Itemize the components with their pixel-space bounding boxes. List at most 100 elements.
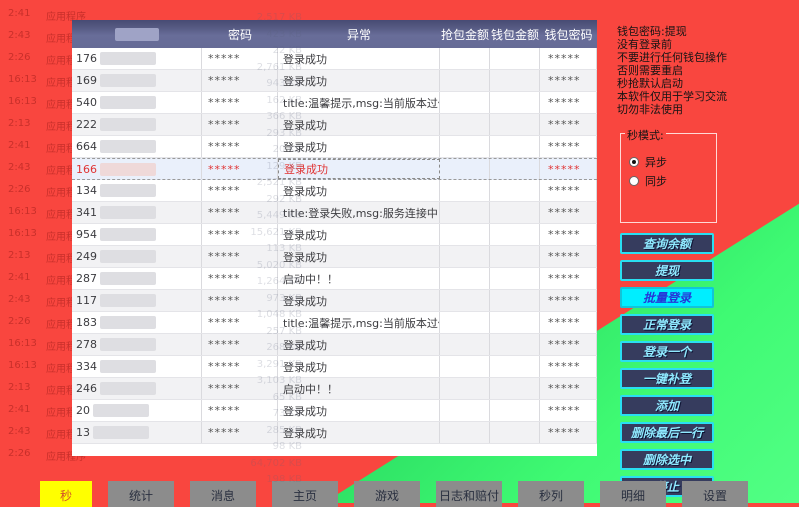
password-cell[interactable]: ***** bbox=[202, 400, 278, 421]
exception-cell[interactable]: 登录成功 bbox=[278, 159, 440, 179]
radio-async[interactable]: 异步 bbox=[629, 154, 667, 170]
password-cell[interactable]: ***** bbox=[202, 290, 278, 311]
password-cell[interactable]: ***** bbox=[202, 378, 278, 399]
grab-amount-cell[interactable] bbox=[440, 290, 490, 311]
grab-amount-cell[interactable] bbox=[440, 114, 490, 135]
wallet-amount-cell[interactable] bbox=[490, 356, 540, 377]
grab-amount-cell[interactable] bbox=[440, 48, 490, 69]
exception-cell[interactable]: 登录成功 bbox=[278, 356, 440, 377]
table-row[interactable]: 341 ***** title:登录失败,msg:服务连接中，请稍后再试。...… bbox=[72, 202, 597, 224]
account-cell[interactable]: 334 bbox=[72, 356, 202, 377]
wallet-amount-cell[interactable] bbox=[490, 92, 540, 113]
table-row[interactable]: 222 ***** 登录成功 ***** bbox=[72, 114, 597, 136]
query-balance-button[interactable]: 查询余额 bbox=[620, 233, 714, 254]
wallet-amount-cell[interactable] bbox=[490, 180, 540, 201]
tab-logs-compensation[interactable]: 日志和赔付 bbox=[436, 481, 502, 507]
account-cell[interactable]: 183 bbox=[72, 312, 202, 333]
wallet-amount-cell[interactable] bbox=[490, 334, 540, 355]
account-cell[interactable]: 166 bbox=[72, 159, 202, 179]
grab-amount-cell[interactable] bbox=[440, 334, 490, 355]
password-cell[interactable]: ***** bbox=[202, 202, 278, 223]
grab-amount-cell[interactable] bbox=[440, 224, 490, 245]
account-cell[interactable]: 954 bbox=[72, 224, 202, 245]
account-cell[interactable]: 134 bbox=[72, 180, 202, 201]
wallet-password-cell[interactable]: ***** bbox=[540, 92, 597, 113]
header-wallet-password[interactable]: 钱包密码 bbox=[540, 20, 597, 48]
delete-selected-button[interactable]: 删除选中 bbox=[620, 449, 714, 470]
header-grab-amount[interactable]: 抢包金额 bbox=[440, 20, 490, 48]
one-key-relogin-button[interactable]: 一键补登 bbox=[620, 368, 714, 389]
tab-messages[interactable]: 消息 bbox=[190, 481, 256, 507]
password-cell[interactable]: ***** bbox=[202, 246, 278, 267]
table-row[interactable]: 183 ***** title:温馨提示,msg:当前版本过低， ***** bbox=[72, 312, 597, 334]
exception-cell[interactable]: 登录成功 bbox=[278, 422, 440, 443]
wallet-password-cell[interactable]: ***** bbox=[540, 202, 597, 223]
account-cell[interactable]: 117 bbox=[72, 290, 202, 311]
exception-cell[interactable]: 登录成功 bbox=[278, 334, 440, 355]
wallet-amount-cell[interactable] bbox=[490, 246, 540, 267]
exception-cell[interactable]: 登录成功 bbox=[278, 400, 440, 421]
header-password[interactable]: 密码 bbox=[202, 20, 278, 48]
grab-amount-cell[interactable] bbox=[440, 180, 490, 201]
grab-amount-cell[interactable] bbox=[440, 400, 490, 421]
password-cell[interactable]: ***** bbox=[202, 268, 278, 289]
password-cell[interactable]: ***** bbox=[202, 422, 278, 443]
wallet-password-cell[interactable]: ***** bbox=[540, 159, 597, 179]
account-cell[interactable]: 13 bbox=[72, 422, 202, 443]
table-row[interactable]: 176 ***** 登录成功 ***** bbox=[72, 48, 597, 70]
add-button[interactable]: 添加 bbox=[620, 395, 714, 416]
radio-icon[interactable] bbox=[629, 176, 639, 186]
table-row[interactable]: 117 ***** 登录成功 ***** bbox=[72, 290, 597, 312]
table-row[interactable]: 134 ***** 登录成功 ***** bbox=[72, 180, 597, 202]
exception-cell[interactable]: title:温馨提示,msg:当前版本过低， bbox=[278, 92, 440, 113]
grab-amount-cell[interactable] bbox=[440, 246, 490, 267]
header-account[interactable] bbox=[72, 20, 202, 48]
wallet-password-cell[interactable]: ***** bbox=[540, 312, 597, 333]
password-cell[interactable]: ***** bbox=[202, 356, 278, 377]
table-row[interactable]: 169 ***** 登录成功 ***** bbox=[72, 70, 597, 92]
wallet-amount-cell[interactable] bbox=[490, 70, 540, 91]
table-row[interactable]: 246 ***** 启动中！！ ***** bbox=[72, 378, 597, 400]
wallet-password-cell[interactable]: ***** bbox=[540, 70, 597, 91]
wallet-password-cell[interactable]: ***** bbox=[540, 378, 597, 399]
table-row[interactable]: 166 ***** 登录成功 ***** bbox=[72, 158, 597, 180]
exception-cell[interactable]: 登录成功 bbox=[278, 136, 440, 157]
account-cell[interactable]: 664 bbox=[72, 136, 202, 157]
tab-settings[interactable]: 设置 bbox=[682, 481, 748, 507]
grab-amount-cell[interactable] bbox=[440, 268, 490, 289]
wallet-password-cell[interactable]: ***** bbox=[540, 180, 597, 201]
grab-amount-cell[interactable] bbox=[440, 136, 490, 157]
grab-amount-cell[interactable] bbox=[440, 70, 490, 91]
account-cell[interactable]: 249 bbox=[72, 246, 202, 267]
grab-amount-cell[interactable] bbox=[440, 422, 490, 443]
account-cell[interactable]: 287 bbox=[72, 268, 202, 289]
wallet-password-cell[interactable]: ***** bbox=[540, 114, 597, 135]
grab-amount-cell[interactable] bbox=[440, 159, 490, 179]
header-wallet-amount[interactable]: 钱包金额 bbox=[490, 20, 540, 48]
exception-cell[interactable]: 登录成功 bbox=[278, 70, 440, 91]
wallet-password-cell[interactable]: ***** bbox=[540, 400, 597, 421]
table-row[interactable]: 13 ***** 登录成功 ***** bbox=[72, 422, 597, 444]
tab-seconds-list[interactable]: 秒列 bbox=[518, 481, 584, 507]
wallet-amount-cell[interactable] bbox=[490, 312, 540, 333]
radio-sync[interactable]: 同步 bbox=[629, 173, 667, 189]
wallet-amount-cell[interactable] bbox=[490, 202, 540, 223]
wallet-password-cell[interactable]: ***** bbox=[540, 246, 597, 267]
password-cell[interactable]: ***** bbox=[202, 312, 278, 333]
tab-games[interactable]: 游戏 bbox=[354, 481, 420, 507]
table-row[interactable]: 249 ***** 登录成功 ***** bbox=[72, 246, 597, 268]
password-cell[interactable]: ***** bbox=[202, 48, 278, 69]
account-cell[interactable]: 169 bbox=[72, 70, 202, 91]
grab-amount-cell[interactable] bbox=[440, 356, 490, 377]
table-row[interactable]: 278 ***** 登录成功 ***** bbox=[72, 334, 597, 356]
header-exception[interactable]: 异常 bbox=[278, 20, 440, 48]
exception-cell[interactable]: 登录成功 bbox=[278, 290, 440, 311]
exception-cell[interactable]: 登录成功 bbox=[278, 114, 440, 135]
wallet-amount-cell[interactable] bbox=[490, 159, 540, 179]
radio-icon[interactable] bbox=[629, 157, 639, 167]
tab-details[interactable]: 明细 bbox=[600, 481, 666, 507]
grab-amount-cell[interactable] bbox=[440, 92, 490, 113]
password-cell[interactable]: ***** bbox=[202, 224, 278, 245]
account-cell[interactable]: 246 bbox=[72, 378, 202, 399]
account-cell[interactable]: 278 bbox=[72, 334, 202, 355]
